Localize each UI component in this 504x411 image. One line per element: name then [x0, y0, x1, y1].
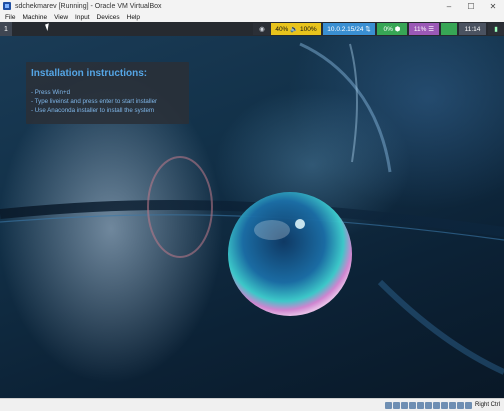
hdd-icon[interactable] — [384, 401, 392, 409]
status-square-icon[interactable] — [441, 23, 457, 35]
menu-view[interactable]: View — [54, 14, 68, 21]
desktop-topbar: 1 ◉ 40% 🔈 100% 10.0.2.15/24 ⇅ 0% ⬢ 11% ☰… — [0, 22, 504, 36]
network-indicator[interactable]: 10.0.2.15/24 ⇅ — [323, 23, 375, 35]
tray-icon[interactable]: ▮ — [488, 23, 504, 35]
display-icon[interactable] — [432, 401, 440, 409]
cpu-icon[interactable] — [448, 401, 456, 409]
clock[interactable]: 11:14 — [459, 23, 486, 35]
mouse-pointer-icon — [45, 22, 55, 32]
cpu-indicator[interactable]: 0% ⬢ — [377, 23, 407, 35]
host-key-label: Right Ctrl — [474, 402, 500, 408]
virtualbox-icon — [3, 2, 11, 10]
close-button[interactable]: ✕ — [482, 0, 504, 12]
vm-screen[interactable]: 1 ◉ 40% 🔈 100% 10.0.2.15/24 ⇅ 0% ⬢ 11% ☰… — [0, 22, 504, 398]
bubble — [228, 192, 352, 316]
volume-indicator[interactable]: 40% 🔈 100% — [271, 23, 321, 35]
window-titlebar: sdchekmarev [Running] - Oracle VM Virtua… — [0, 0, 504, 12]
usb-icon[interactable] — [416, 401, 424, 409]
mouse-icon[interactable] — [456, 401, 464, 409]
memory-indicator[interactable]: 11% ☰ — [409, 23, 439, 35]
network-icon[interactable] — [408, 401, 416, 409]
workspace-1[interactable]: 1 — [0, 22, 12, 36]
instructions-title: Installation instructions: — [31, 68, 148, 79]
window-title: sdchekmarev [Running] - Oracle VM Virtua… — [15, 2, 162, 10]
window-controls: – ☐ ✕ — [438, 0, 504, 12]
minimize-button[interactable]: – — [438, 0, 460, 12]
instruction-line: - Press Win+d — [31, 89, 71, 96]
optical-icon[interactable] — [392, 401, 400, 409]
vm-statusbar: Right Ctrl — [0, 398, 504, 411]
menu-machine[interactable]: Machine — [22, 14, 47, 21]
installation-instructions-panel: Installation instructions: - Press Win+d… — [26, 62, 189, 124]
capture-icon[interactable] — [440, 401, 448, 409]
menu-input[interactable]: Input — [75, 14, 89, 21]
menu-file[interactable]: File — [5, 14, 15, 21]
keyboard-icon[interactable] — [464, 401, 472, 409]
menu-devices[interactable]: Devices — [97, 14, 120, 21]
audio-icon[interactable] — [400, 401, 408, 409]
menu-help[interactable]: Help — [127, 14, 140, 21]
shared-folder-icon[interactable] — [424, 401, 432, 409]
eye-slash-icon[interactable]: ◉ — [253, 23, 271, 35]
instruction-line: - Type liveinst and press enter to start… — [31, 98, 158, 105]
maximize-button[interactable]: ☐ — [460, 0, 482, 12]
instruction-line: - Use Anaconda installer to install the … — [31, 107, 155, 114]
